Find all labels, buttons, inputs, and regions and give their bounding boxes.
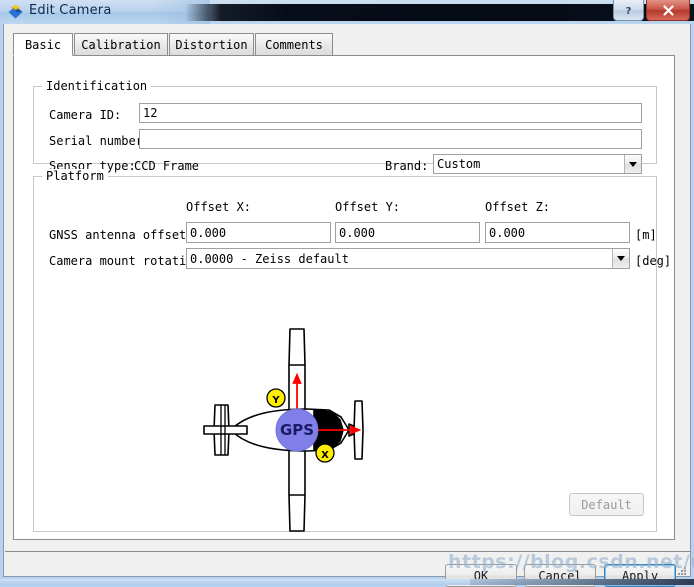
camera-mount-rotation-unit: [deg]: [635, 254, 672, 268]
serial-number-input[interactable]: [139, 129, 642, 149]
chevron-down-icon[interactable]: [612, 249, 629, 268]
camera-diamond-icon: [7, 4, 24, 21]
gps-marker-label: GPS: [280, 421, 314, 439]
tab-comments[interactable]: Comments: [255, 33, 333, 55]
tab-calibration-label: Calibration: [81, 37, 161, 52]
camera-mount-rotation-value: 0.0000 - Zeiss default: [190, 251, 349, 266]
footer-separator: [5, 551, 691, 552]
identification-group: Identification Camera ID: 12 Serial numb…: [33, 79, 657, 174]
resize-grip[interactable]: [675, 561, 687, 575]
tab-strip: Basic Calibration Distortion Comments: [13, 33, 675, 56]
tab-page-basic: Identification Camera ID: 12 Serial numb…: [13, 55, 675, 540]
desktop-bottom-strip: [0, 579, 694, 585]
offset-y-label: Offset Y:: [335, 200, 401, 214]
chevron-down-icon[interactable]: [624, 155, 641, 173]
aircraft-offset-diagram: GPS Y X: [201, 325, 381, 535]
platform-group-title: Platform: [42, 169, 108, 183]
edit-camera-dialog: Edit Camera ? Basic Calibration Distorti…: [0, 0, 694, 587]
camera-id-label: Camera ID:: [49, 108, 122, 122]
brand-label: Brand:: [385, 159, 429, 173]
gnss-offset-z-input[interactable]: 0.000: [485, 222, 630, 243]
axis-x-marker-label: X: [321, 450, 329, 461]
offset-z-label: Offset Z:: [485, 200, 551, 214]
gnss-antenna-offset-label: GNSS antenna offset:: [49, 228, 194, 242]
camera-mount-rotation-label: Camera mount rotation:: [49, 254, 208, 268]
brand-select-value: Custom: [437, 157, 481, 171]
identification-group-title: Identification: [42, 79, 152, 93]
dialog-client-area: Basic Calibration Distortion Comments Id…: [3, 24, 691, 587]
camera-id-input[interactable]: 12: [139, 103, 642, 123]
title-bar[interactable]: Edit Camera ?: [0, 0, 694, 24]
sensor-type-value: CCD Frame: [134, 159, 200, 173]
window-title: Edit Camera: [29, 3, 112, 18]
default-button[interactable]: Default: [569, 493, 644, 516]
gnss-offset-y-input[interactable]: 0.000: [335, 222, 480, 243]
tab-calibration[interactable]: Calibration: [74, 33, 168, 55]
gnss-offset-unit: [m]: [635, 228, 657, 242]
svg-text:?: ?: [626, 6, 632, 17]
tab-basic-label: Basic: [24, 37, 62, 52]
offset-x-label: Offset X:: [186, 200, 252, 214]
gnss-offset-x-input[interactable]: 0.000: [186, 222, 331, 243]
axis-y-marker-label: Y: [271, 395, 280, 406]
tab-basic[interactable]: Basic: [13, 33, 73, 56]
help-button[interactable]: ?: [613, 0, 644, 21]
serial-number-label: Serial number:: [49, 134, 151, 148]
tab-comments-label: Comments: [265, 37, 323, 52]
brand-select[interactable]: Custom: [433, 154, 642, 174]
camera-mount-rotation-select[interactable]: 0.0000 - Zeiss default: [186, 248, 630, 269]
platform-group: Platform Offset X: Offset Y: Offset Z: G…: [33, 169, 671, 535]
tab-distortion-label: Distortion: [175, 37, 248, 52]
close-button[interactable]: [646, 0, 690, 21]
tab-distortion[interactable]: Distortion: [169, 33, 254, 55]
